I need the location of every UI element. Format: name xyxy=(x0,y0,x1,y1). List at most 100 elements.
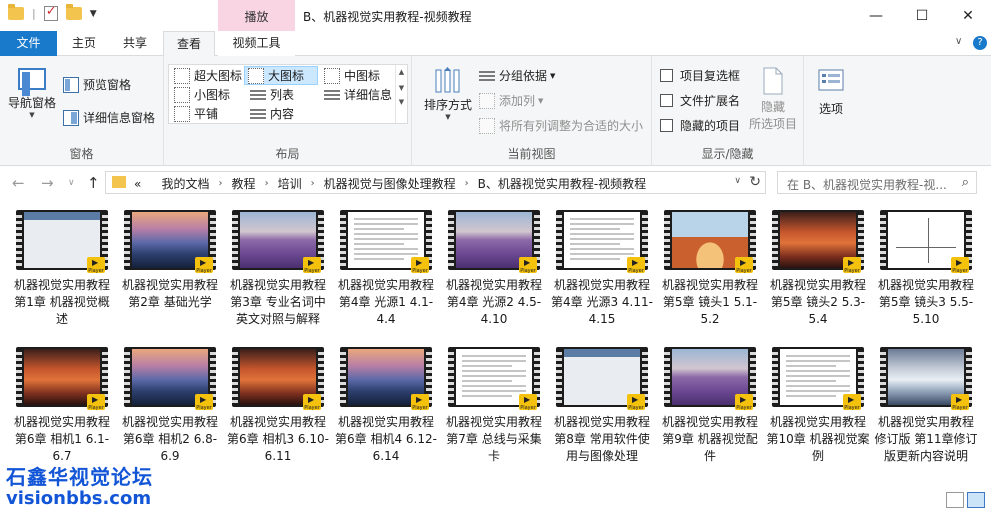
tab-share[interactable]: 共享 xyxy=(110,31,160,56)
layout-small-icons[interactable]: 小图标 xyxy=(171,85,233,104)
file-item[interactable]: Player 机器视觉实用教程 第6章 相机2 6.8-6.9 xyxy=(118,347,222,465)
tab-file[interactable]: 文件 xyxy=(0,31,57,56)
layout-medium-icons[interactable]: 中图标 xyxy=(321,66,383,85)
layout-extra-large-icons[interactable]: 超大图标 xyxy=(171,66,245,85)
add-columns-button[interactable]: 添加列 ▼ xyxy=(479,92,543,109)
file-name: 机器视觉实用教程 第2章 基础光学 xyxy=(121,278,218,309)
help-icon[interactable]: ? xyxy=(973,36,987,50)
player-badge-icon: Player xyxy=(303,257,321,274)
breadcrumb-item-current[interactable]: B、机器视觉实用教程-视频教程 xyxy=(478,175,647,192)
player-badge-icon: Player xyxy=(627,394,645,411)
breadcrumb-item[interactable]: 机器视觉与图像处理教程 xyxy=(324,175,456,192)
options-icon xyxy=(818,69,844,91)
layout-details[interactable]: 详细信息 xyxy=(321,85,395,104)
hide-label: 隐藏 xyxy=(760,100,785,114)
video-thumbnail: Player xyxy=(16,210,108,274)
minimize-button[interactable]: — xyxy=(853,0,899,31)
hidden-items-checkbox[interactable] xyxy=(660,119,673,132)
file-extensions-toggle[interactable]: 文件扩展名 xyxy=(660,92,740,109)
player-badge-text: Player xyxy=(88,268,104,274)
file-item[interactable]: Player 机器视觉实用教程 第9章 机器视觉配件 xyxy=(658,347,762,465)
back-arrow-icon[interactable]: ← xyxy=(12,174,25,192)
chevron-right-icon[interactable]: › xyxy=(465,178,469,189)
preview-pane-button[interactable]: 预览窗格 xyxy=(63,76,131,93)
forward-arrow-icon[interactable]: → xyxy=(41,174,54,192)
options-button[interactable]: 选项 xyxy=(814,68,848,117)
search-icon[interactable]: ⌕ xyxy=(962,175,969,190)
medium-icons-icon xyxy=(324,67,340,84)
hide-selected-icon xyxy=(763,67,783,95)
tab-view[interactable]: 查看 xyxy=(163,31,215,57)
hidden-items-label: 隐藏的项目 xyxy=(680,119,741,133)
address-bar[interactable]: « 我的文档 › 教程 › 培训 › 机器视觉与图像处理教程 › B、机器视觉实… xyxy=(105,171,766,194)
layout-content[interactable]: 内容 xyxy=(247,104,297,123)
large-icons-view-toggle[interactable] xyxy=(967,492,985,508)
add-columns-dropdown-icon: ▼ xyxy=(538,96,544,105)
details-view-toggle[interactable] xyxy=(946,492,964,508)
file-item[interactable]: Player 机器视觉实用教程 第7章 总线与采集卡 xyxy=(442,347,546,465)
up-arrow-icon[interactable]: ↑ xyxy=(87,174,100,192)
chevron-right-icon[interactable]: › xyxy=(219,178,223,189)
scroll-down-icon[interactable]: ▼ xyxy=(396,84,407,92)
properties-icon[interactable] xyxy=(43,4,58,21)
new-folder-icon[interactable] xyxy=(65,4,82,20)
group-show-hide-label: 显示/隐藏 xyxy=(701,147,754,161)
player-badge-icon: Player xyxy=(195,394,213,411)
recent-dropdown-icon[interactable]: ∨ xyxy=(68,178,75,188)
layout-tiles[interactable]: 平铺 xyxy=(171,104,221,123)
close-button[interactable]: ✕ xyxy=(945,0,991,31)
file-item[interactable]: Player 机器视觉实用教程 第6章 相机4 6.12-6.14 xyxy=(334,347,438,465)
breadcrumb-overflow[interactable]: « xyxy=(134,177,141,191)
qat-dropdown-icon[interactable]: ▼ xyxy=(90,9,97,19)
nav-pane-button[interactable]: 导航窗格 ▼ xyxy=(6,68,58,119)
file-item[interactable]: Player 机器视觉实用教程 第5章 镜头2 5.3-5.4 xyxy=(766,210,870,328)
file-name: 机器视觉实用教程 第1章 机器视觉概述 xyxy=(13,278,110,326)
layout-large-icons[interactable]: 大图标 xyxy=(244,66,318,85)
qat-separator: | xyxy=(32,7,36,20)
file-extensions-checkbox[interactable] xyxy=(660,94,673,107)
file-item[interactable]: Player 机器视觉实用教程 第2章 基础光学 xyxy=(118,210,222,311)
file-item[interactable]: Player 机器视觉实用教程 第4章 光源2 4.5-4.10 xyxy=(442,210,546,328)
file-item[interactable]: Player 机器视觉实用教程 第10章 机器视觉案例 xyxy=(766,347,870,465)
file-item[interactable]: Player 机器视觉实用教程 第1章 机器视觉概述 xyxy=(10,210,114,328)
watermark-url: visionbbs.com xyxy=(6,488,152,509)
breadcrumb-item[interactable]: 教程 xyxy=(232,175,256,192)
layout-list[interactable]: 列表 xyxy=(247,85,297,104)
file-name: 机器视觉实用教程 第5章 镜头3 5.5-5.10 xyxy=(877,278,974,326)
chevron-right-icon[interactable]: › xyxy=(311,178,315,189)
collapse-ribbon-icon[interactable]: ∨ xyxy=(955,36,962,47)
nav-pane-icon xyxy=(18,68,46,96)
details-pane-label: 详细信息窗格 xyxy=(83,111,156,125)
hidden-items-toggle[interactable]: 隐藏的项目 xyxy=(660,117,740,134)
details-pane-button[interactable]: 详细信息窗格 xyxy=(63,109,155,126)
sort-by-button[interactable]: 排序方式 ▼ xyxy=(422,66,474,121)
file-item[interactable]: Player 机器视觉实用教程修订版 第11章修订版更新内容说明 xyxy=(874,347,978,465)
file-item[interactable]: Player 机器视觉实用教程 第6章 相机1 6.1-6.7 xyxy=(10,347,114,465)
item-checkboxes-checkbox[interactable] xyxy=(660,69,673,82)
file-item[interactable]: Player 机器视觉实用教程 第4章 光源1 4.1-4.4 xyxy=(334,210,438,328)
hide-selected-button[interactable]: 隐藏 所选项目 xyxy=(746,66,800,132)
file-item[interactable]: Player 机器视觉实用教程 第8章 常用软件使用与图像处理 xyxy=(550,347,654,465)
address-history-dropdown-icon[interactable]: ∨ xyxy=(734,176,741,186)
folder-icon[interactable] xyxy=(8,4,24,20)
maximize-button[interactable]: ☐ xyxy=(899,0,945,31)
item-checkboxes-toggle[interactable]: 项目复选框 xyxy=(660,67,740,84)
file-item[interactable]: Player 机器视觉实用教程 第5章 镜头3 5.5-5.10 xyxy=(874,210,978,328)
video-thumbnail: Player xyxy=(556,210,648,274)
file-item[interactable]: Player 机器视觉实用教程 第5章 镜头1 5.1-5.2 xyxy=(658,210,762,328)
group-by-button[interactable]: 分组依据 ▼ xyxy=(479,67,555,84)
tab-video-tools[interactable]: 视频工具 xyxy=(218,31,295,56)
file-item[interactable]: Player 机器视觉实用教程 第6章 相机3 6.10-6.11 xyxy=(226,347,330,465)
size-all-columns-button[interactable]: 将所有列调整为合适的大小 xyxy=(479,117,643,134)
chevron-right-icon[interactable]: › xyxy=(265,178,269,189)
file-item[interactable]: Player 机器视觉实用教程 第3章 专业名词中英文对照与解释 xyxy=(226,210,330,328)
breadcrumb-item[interactable]: 培训 xyxy=(278,175,302,192)
tab-home[interactable]: 主页 xyxy=(60,31,108,56)
refresh-icon[interactable]: ↻ xyxy=(749,174,761,190)
layout-gallery-scroller[interactable]: ▲ ▼ ▼ xyxy=(395,65,407,123)
gallery-expand-icon[interactable]: ▼ xyxy=(396,98,407,106)
search-box[interactable]: 在 B、机器视觉实用教程-视... ⌕ xyxy=(777,171,977,194)
scroll-up-icon[interactable]: ▲ xyxy=(396,68,407,76)
breadcrumb-item[interactable]: 我的文档 xyxy=(162,175,210,192)
file-item[interactable]: Player 机器视觉实用教程 第4章 光源3 4.11-4.15 xyxy=(550,210,654,328)
